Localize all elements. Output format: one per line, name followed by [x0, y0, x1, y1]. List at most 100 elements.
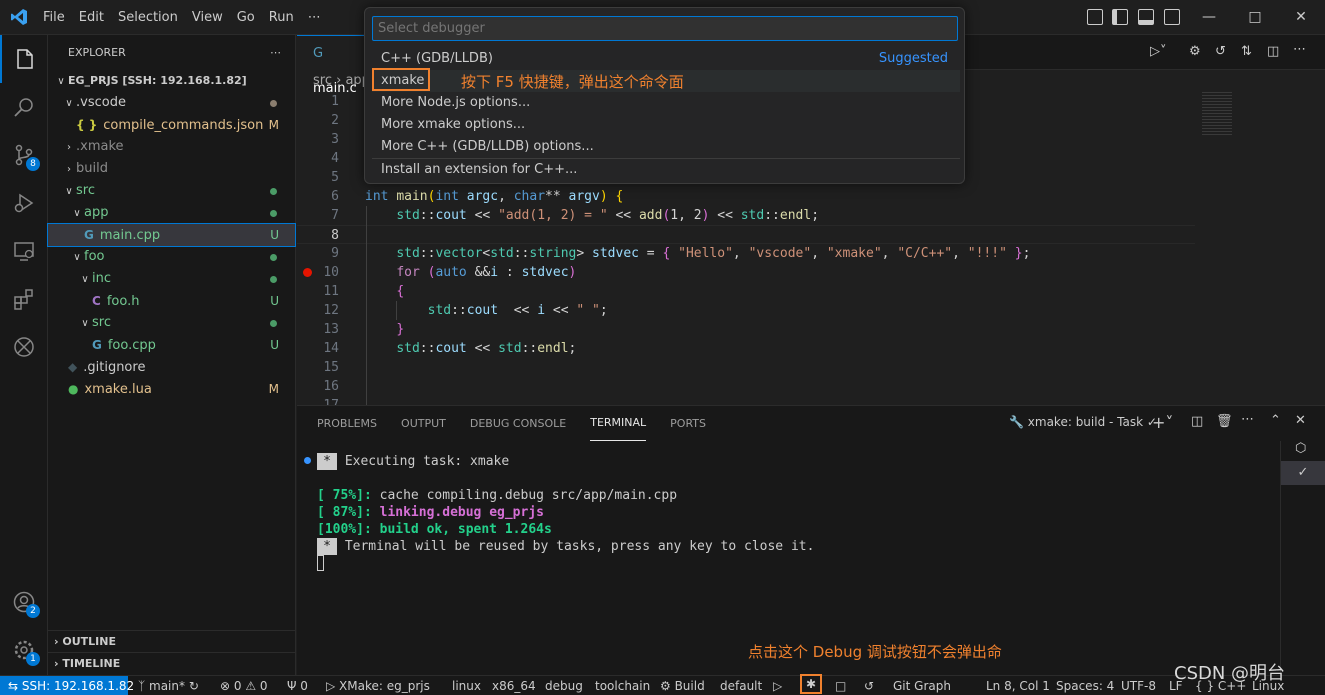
ports-indicator[interactable]: Ψ 0: [287, 676, 308, 695]
xmake-arch[interactable]: x86_64: [492, 676, 536, 695]
maximize-button[interactable]: □: [1232, 0, 1278, 35]
tree-item[interactable]: › .xmake: [48, 136, 295, 158]
tree-item[interactable]: ∨ src: [48, 180, 295, 202]
xmake-run-button[interactable]: ▷: [773, 676, 782, 695]
minimize-button[interactable]: —: [1186, 0, 1232, 35]
close-window-button[interactable]: ✕: [1278, 0, 1324, 35]
toggle-secondary-sidebar-icon[interactable]: [1164, 9, 1180, 25]
customize-layout-icon[interactable]: [1087, 9, 1103, 25]
accounts-icon[interactable]: 2: [0, 578, 48, 626]
code-line: 6 int main(int argc, char** argv) {: [297, 187, 1197, 206]
xmake-debug-button[interactable]: ✱: [800, 674, 822, 694]
xmake-target[interactable]: default: [720, 676, 762, 695]
tab-output[interactable]: OUTPUT: [401, 406, 446, 441]
tree-item-label: app: [84, 205, 109, 220]
cursor-position[interactable]: Ln 8, Col 1: [986, 676, 1050, 695]
remote-explorer-icon[interactable]: [0, 227, 48, 275]
extensions-icon[interactable]: [0, 275, 48, 323]
line-number: 4: [331, 151, 339, 166]
encoding[interactable]: UTF-8: [1121, 676, 1156, 695]
timeline-label: TIMELINE: [62, 657, 121, 670]
terminal-line: [ 75%]: cache compiling.debug src/app/ma…: [317, 487, 677, 504]
toggle-sidebar-icon[interactable]: [1112, 9, 1128, 25]
maximize-panel-icon[interactable]: ⌃: [1270, 413, 1281, 428]
terminal-task-selector[interactable]: 🔧 xmake: build - Task ✓: [1009, 415, 1157, 429]
history-icon[interactable]: ↺: [864, 676, 874, 695]
new-terminal-icon[interactable]: +˅: [1152, 413, 1173, 432]
tree-item[interactable]: ◆ .gitignore: [48, 356, 295, 378]
tree-item[interactable]: Gmain.cpp U: [47, 223, 296, 247]
install-extension-option[interactable]: Install an extension for C++...: [372, 159, 960, 181]
xmake-stop-button[interactable]: □: [835, 676, 846, 695]
tab-terminal[interactable]: TERMINAL: [590, 406, 647, 441]
code-line: 12 std::cout << i << " ";: [297, 301, 1197, 320]
debugger-option-more-xmake[interactable]: More xmake options...: [372, 114, 960, 136]
xmake-platform[interactable]: linux: [452, 676, 481, 695]
trash-icon[interactable]: 🗑: [1216, 414, 1233, 429]
close-panel-icon[interactable]: ✕: [1295, 413, 1306, 428]
tab-problems[interactable]: PROBLEMS: [317, 406, 377, 441]
more-actions-icon[interactable]: ⋯: [1293, 42, 1306, 57]
tab-main-cpp[interactable]: G main.c: [297, 35, 367, 96]
tree-item[interactable]: ∨ src: [48, 312, 295, 334]
select-debugger-input[interactable]: [372, 16, 958, 41]
tree-item[interactable]: Gfoo.cpp U: [48, 334, 295, 356]
gear-icon[interactable]: ⚙: [1189, 44, 1201, 59]
option-label: Install an extension for C++...: [381, 162, 578, 177]
git-graph-button[interactable]: Git Graph: [893, 676, 951, 695]
run-debug-icon[interactable]: [0, 179, 48, 227]
xmake-build-button[interactable]: ⚙ Build: [660, 676, 705, 695]
xmake-mode[interactable]: debug: [545, 676, 583, 695]
outline-section[interactable]: › OUTLINE: [48, 630, 296, 652]
task-label: xmake: build - Task: [1027, 415, 1144, 429]
terminal-icon[interactable]: ⬡: [1295, 441, 1306, 456]
split-editor-icon[interactable]: ◫: [1267, 44, 1279, 59]
xmake-icon[interactable]: [0, 323, 48, 371]
compare-changes-icon[interactable]: ⇅: [1241, 44, 1252, 59]
tree-item-label: src: [76, 183, 95, 198]
menu-item[interactable]: Selection: [111, 0, 185, 35]
line-number: 13: [323, 322, 339, 337]
remote-indicator[interactable]: ⇆ SSH: 192.168.1.82: [0, 676, 134, 695]
menu-item[interactable]: ⋯: [301, 0, 328, 35]
branch-indicator[interactable]: ᛉ main* ↻: [138, 676, 199, 695]
xmake-toolchain[interactable]: toolchain: [595, 676, 650, 695]
tree-item[interactable]: ● xmake.lua M: [48, 378, 295, 400]
menu-item[interactable]: Go: [230, 0, 262, 35]
split-terminal-icon[interactable]: ◫: [1191, 414, 1203, 429]
tree-item[interactable]: ∨ inc: [48, 268, 295, 290]
more-actions-icon[interactable]: ⋯: [1241, 412, 1254, 427]
tree-item[interactable]: ∨ .vscode: [48, 92, 295, 114]
tree-item[interactable]: Cfoo.h U: [48, 290, 295, 312]
tree-item[interactable]: ∨ EG_PRJS [SSH: 192.168.1.82]: [48, 70, 295, 92]
menu-item[interactable]: Run: [262, 0, 301, 35]
debugger-option-more-cpp[interactable]: More C++ (GDB/LLDB) options...: [372, 136, 960, 158]
remote-icon: ⇆: [8, 679, 22, 693]
tree-item[interactable]: ∨ foo: [48, 246, 295, 268]
tree-item[interactable]: › build: [48, 158, 295, 180]
run-debug-dropdown-icon[interactable]: ▷˅: [1150, 44, 1167, 59]
tree-item[interactable]: ∨ app: [48, 202, 295, 224]
timeline-history-icon[interactable]: ↺: [1215, 44, 1226, 59]
settings-gear-icon[interactable]: 1: [0, 626, 48, 674]
task-check-icon[interactable]: ✓: [1281, 461, 1325, 485]
timeline-section[interactable]: › TIMELINE: [48, 652, 296, 674]
debugger-option-cpp-gdb[interactable]: C++ (GDB/LLDB) Suggested: [372, 48, 960, 70]
indentation[interactable]: Spaces: 4: [1056, 676, 1114, 695]
explorer-icon[interactable]: [0, 35, 48, 83]
menu-item[interactable]: File: [36, 0, 72, 35]
toggle-panel-icon[interactable]: [1138, 9, 1154, 25]
xmake-project-indicator[interactable]: ▷ XMake: eg_prjs: [326, 676, 430, 695]
menu-item[interactable]: Edit: [72, 0, 111, 35]
more-actions-icon[interactable]: ⋯: [270, 35, 281, 70]
tab-debug-console[interactable]: DEBUG CONSOLE: [470, 406, 566, 441]
menu-item[interactable]: View: [185, 0, 230, 35]
debugger-option-more-node[interactable]: More Node.js options...: [372, 92, 960, 114]
tab-ports[interactable]: PORTS: [670, 406, 706, 441]
tree-item[interactable]: { } compile_commands.json M: [48, 114, 295, 136]
problems-indicator[interactable]: ⊗ 0 ⚠ 0: [220, 676, 268, 695]
terminal-text: [ 75%]: cache compiling.debug src/app/ma…: [317, 488, 677, 503]
search-icon[interactable]: [0, 83, 48, 131]
source-control-icon[interactable]: 8: [0, 131, 48, 179]
breakpoint-icon[interactable]: [303, 268, 312, 277]
